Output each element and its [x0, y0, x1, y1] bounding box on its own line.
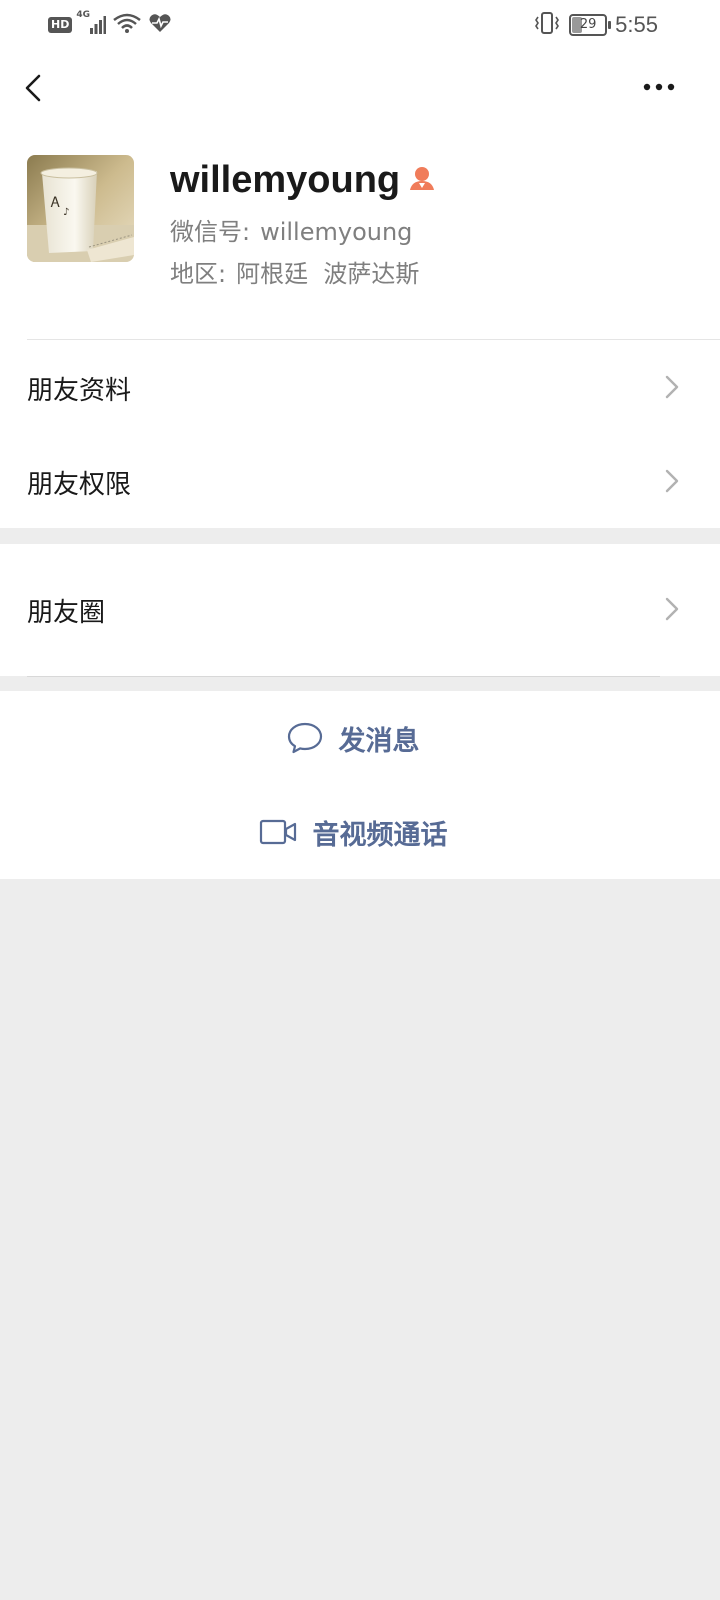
chevron-right-icon — [665, 375, 679, 399]
friend-info-row[interactable]: 朋友资料 — [0, 340, 720, 434]
top-nav — [0, 50, 720, 130]
moments-label: 朋友圈 — [27, 598, 106, 628]
chat-bubble-icon — [287, 722, 322, 754]
vibrate-icon — [533, 10, 561, 40]
profile-header: Ꭺ ♪ willemyoung 微信号: willemyoung 地区: 阿根廷 波… — [0, 130, 720, 340]
svg-text:Ꭺ: Ꭺ — [50, 195, 60, 211]
send-message-label: 发消息 — [338, 725, 420, 757]
gender-female-icon — [408, 164, 436, 196]
send-message-button[interactable]: 发消息 — [0, 691, 720, 785]
wechat-id-label: 微信号: — [170, 218, 251, 246]
clock: 5:55 — [615, 12, 658, 37]
health-heart-icon — [148, 12, 172, 38]
more-dots-icon — [643, 83, 675, 91]
video-camera-icon — [259, 819, 296, 845]
region-row: 地区: 阿根廷 波萨达斯 — [170, 254, 419, 289]
wifi-icon — [112, 12, 142, 38]
battery-level: 29 — [579, 17, 597, 32]
hd-badge: HD — [48, 17, 73, 33]
chevron-left-icon — [25, 74, 41, 102]
back-button[interactable] — [18, 68, 54, 108]
name-row: willemyoung — [170, 155, 436, 205]
status-bar: HD 4G 29 5:55 — [0, 0, 720, 50]
moments-row[interactable]: 朋友圈 — [0, 544, 720, 676]
signal-icon: 4G — [76, 10, 107, 36]
friend-permissions-row[interactable]: 朋友权限 — [0, 434, 720, 528]
chevron-right-icon — [665, 469, 679, 493]
status-left-icons: HD 4G — [48, 10, 172, 40]
friend-permissions-label: 朋友权限 — [27, 470, 132, 500]
video-call-label: 音视频通话 — [312, 819, 448, 851]
chevron-right-icon — [665, 597, 679, 621]
network-type: 4G — [76, 10, 90, 20]
more-options-button[interactable] — [640, 72, 684, 102]
region-label: 地区: — [170, 260, 227, 288]
status-right-icons: 29 5:55 — [533, 8, 658, 42]
wechat-id-row: 微信号: willemyoung — [170, 212, 412, 247]
divider — [27, 676, 660, 677]
avatar[interactable]: Ꭺ ♪ — [27, 155, 134, 262]
friend-info-label: 朋友资料 — [27, 376, 132, 406]
video-call-button[interactable]: 音视频通话 — [0, 785, 720, 879]
svg-text:♪: ♪ — [63, 207, 69, 218]
battery-icon: 29 — [569, 14, 612, 36]
nickname: willemyoung — [170, 158, 401, 201]
wechat-id-value: willemyoung — [260, 218, 413, 246]
region-value: 阿根廷 波萨达斯 — [236, 260, 420, 288]
